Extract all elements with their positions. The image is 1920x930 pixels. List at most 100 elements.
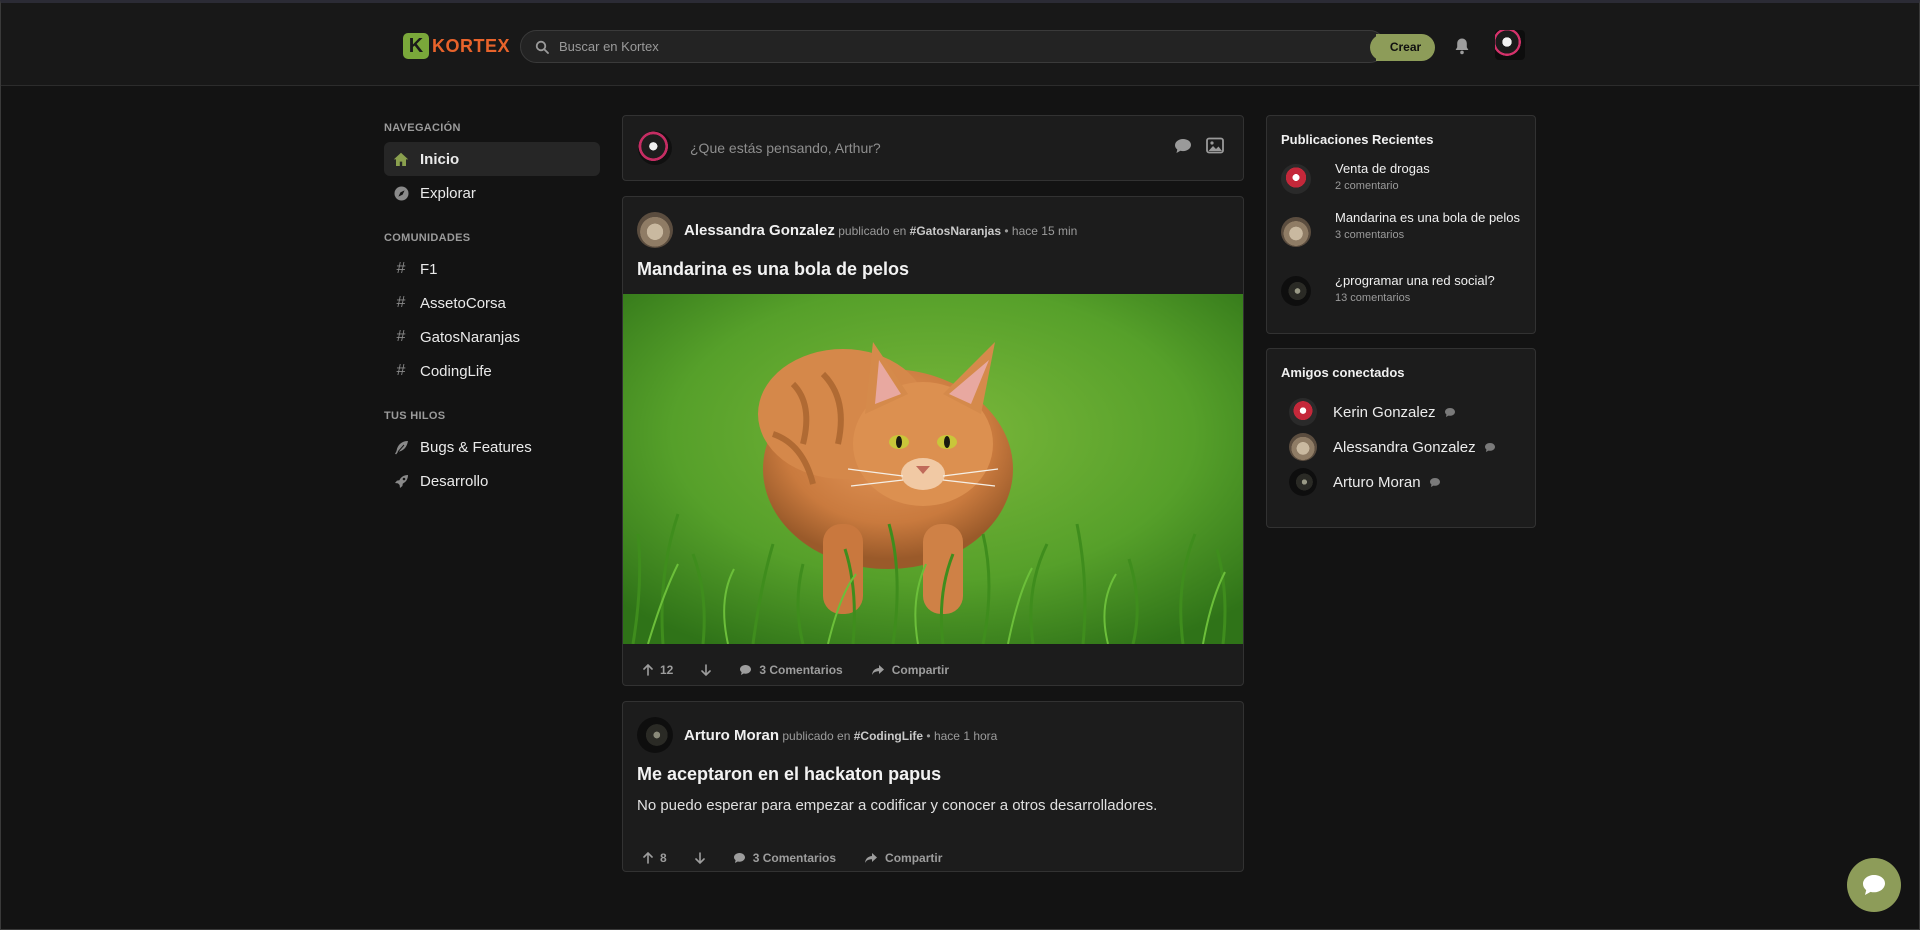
comments-count: 3 Comentarios: [759, 663, 843, 677]
share-label: Compartir: [885, 851, 943, 865]
post-community[interactable]: #GatosNaranjas: [910, 224, 1001, 238]
downvote-button[interactable]: [694, 852, 705, 864]
orange-cat-illustration: [623, 294, 1243, 644]
sidebar-item-gatosnaranjas[interactable]: # GatosNaranjas: [384, 320, 600, 354]
chat-icon[interactable]: [1429, 477, 1441, 488]
arrow-up-icon: [643, 664, 653, 676]
feather-icon: [392, 438, 410, 456]
comments-count: 3 Comentarios: [752, 851, 837, 865]
compass-icon: [392, 184, 410, 202]
upvote-count: 8: [660, 851, 667, 865]
chat-icon[interactable]: [1484, 442, 1496, 453]
posted-in-label: publicado en: [782, 729, 851, 743]
recent-post-title[interactable]: ¿programar una red social?: [1335, 273, 1525, 289]
search-input[interactable]: [559, 39, 1259, 54]
share-button[interactable]: Compartir: [864, 851, 942, 865]
post-community[interactable]: #CodingLife: [854, 729, 923, 743]
friend-item[interactable]: Kerin Gonzalez: [1289, 398, 1456, 426]
recent-posts-title: Publicaciones Recientes: [1281, 132, 1434, 147]
sidebar-item-codinglife[interactable]: # CodingLife: [384, 354, 600, 388]
upvote-count: 12: [660, 663, 674, 677]
chat-icon[interactable]: [1444, 407, 1456, 418]
search-bar[interactable]: [520, 30, 1386, 63]
sidebar-item-inicio[interactable]: Inicio: [384, 142, 600, 176]
logo-text: KORTEX: [432, 35, 511, 56]
author-avatar[interactable]: [637, 212, 673, 248]
hashtag-icon: #: [396, 294, 406, 311]
friend-avatar: [1289, 433, 1317, 461]
sidebar-item-label: F1: [420, 260, 438, 278]
comments-button[interactable]: 3 Comentarios: [733, 851, 836, 865]
hashtag-icon: #: [396, 260, 406, 277]
hashtag-icon: #: [396, 362, 406, 379]
arrow-up-icon: [643, 852, 653, 864]
bell-icon[interactable]: [1454, 37, 1470, 60]
post-actions: 8 3 Comentarios Compartir: [643, 851, 970, 865]
sidebar-item-label: CodingLife: [420, 362, 492, 380]
friend-avatar: [1289, 398, 1317, 426]
post-meta: Arturo Moran publicado en #CodingLife • …: [684, 727, 997, 744]
comments-button[interactable]: 3 Comentarios: [739, 663, 843, 677]
composer-avatar: [638, 131, 672, 165]
recent-posts-panel: Publicaciones Recientes Venta de drogas …: [1266, 115, 1536, 334]
post-composer[interactable]: ¿Que estás pensando, Arthur?: [622, 115, 1244, 181]
sidebar-item-bugs-features[interactable]: Bugs & Features: [384, 430, 600, 464]
recent-post-thumbnail: [1281, 164, 1311, 194]
post-author[interactable]: Alessandra Gonzalez: [684, 222, 835, 239]
post-image[interactable]: [623, 294, 1243, 644]
share-icon: [871, 665, 884, 675]
friend-name: Arturo Moran: [1333, 473, 1421, 491]
hashtag-icon: #: [396, 328, 406, 345]
recent-post-thumbnail: [1281, 217, 1311, 247]
friend-avatar: [1289, 468, 1317, 496]
friend-name: Kerin Gonzalez: [1333, 403, 1436, 421]
share-button[interactable]: Compartir: [871, 663, 949, 677]
composer-placeholder[interactable]: ¿Que estás pensando, Arthur?: [690, 140, 881, 156]
author-avatar[interactable]: [637, 717, 673, 753]
chat-bubble-icon: [1863, 875, 1885, 895]
friend-item[interactable]: Arturo Moran: [1289, 468, 1441, 496]
kortex-logo[interactable]: K KORTEX: [403, 33, 510, 59]
post-meta: Alessandra Gonzalez publicado en #GatosN…: [684, 222, 1077, 239]
sidebar-item-f1[interactable]: # F1: [384, 252, 600, 286]
sidebar-item-desarrollo[interactable]: Desarrollo: [384, 464, 600, 498]
comment-icon[interactable]: [1174, 138, 1192, 159]
post-time: • hace 15 min: [1004, 224, 1078, 238]
sidebar-item-explorar[interactable]: Explorar: [384, 176, 600, 210]
post-card: Alessandra Gonzalez publicado en #GatosN…: [622, 196, 1244, 686]
upvote-button[interactable]: 12: [643, 663, 673, 677]
recent-post-comments: 3 comentarios: [1335, 229, 1405, 241]
left-sidebar: NAVEGACIÓN Inicio Explorar COMUNIDADES #…: [384, 122, 600, 498]
sidebar-item-label: Desarrollo: [420, 472, 489, 490]
communities-heading: COMUNIDADES: [384, 232, 471, 244]
post-actions: 12 3 Comentarios Compartir: [643, 663, 977, 677]
friend-item[interactable]: Alessandra Gonzalez: [1289, 433, 1496, 461]
online-friends-title: Amigos conectados: [1281, 365, 1405, 380]
online-friends-panel: Amigos conectados Kerin Gonzalez Alessan…: [1266, 348, 1536, 528]
downvote-button[interactable]: [701, 664, 712, 676]
friend-name: Alessandra Gonzalez: [1333, 438, 1476, 456]
upvote-button[interactable]: 8: [643, 851, 667, 865]
post-body: No puedo esperar para empezar a codifica…: [637, 797, 1158, 814]
arrow-down-icon: [694, 852, 705, 864]
sidebar-item-label: Explorar: [420, 184, 476, 202]
home-icon: [392, 150, 410, 168]
post-author[interactable]: Arturo Moran: [684, 727, 779, 744]
chat-fab-button[interactable]: [1847, 858, 1901, 912]
user-avatar[interactable]: [1495, 30, 1525, 60]
post-time: • hace 1 hora: [926, 729, 998, 743]
comment-icon: [733, 853, 745, 863]
share-icon: [865, 853, 878, 863]
rocket-icon: [392, 472, 410, 490]
post-title[interactable]: Mandarina es una bola de pelos: [637, 259, 909, 280]
post-card: Arturo Moran publicado en #CodingLife • …: [622, 701, 1244, 872]
create-button[interactable]: Crear: [1370, 34, 1435, 61]
search-icon: [535, 40, 549, 54]
share-label: Compartir: [891, 663, 950, 677]
recent-post-title[interactable]: Venta de drogas: [1335, 161, 1525, 177]
recent-post-title[interactable]: Mandarina es una bola de pelos: [1335, 210, 1525, 226]
sidebar-item-assetocorsa[interactable]: # AssetoCorsa: [384, 286, 600, 320]
image-icon[interactable]: [1206, 137, 1224, 159]
top-bar: K KORTEX Crear: [0, 0, 1920, 86]
post-title[interactable]: Me aceptaron en el hackaton papus: [637, 764, 941, 785]
